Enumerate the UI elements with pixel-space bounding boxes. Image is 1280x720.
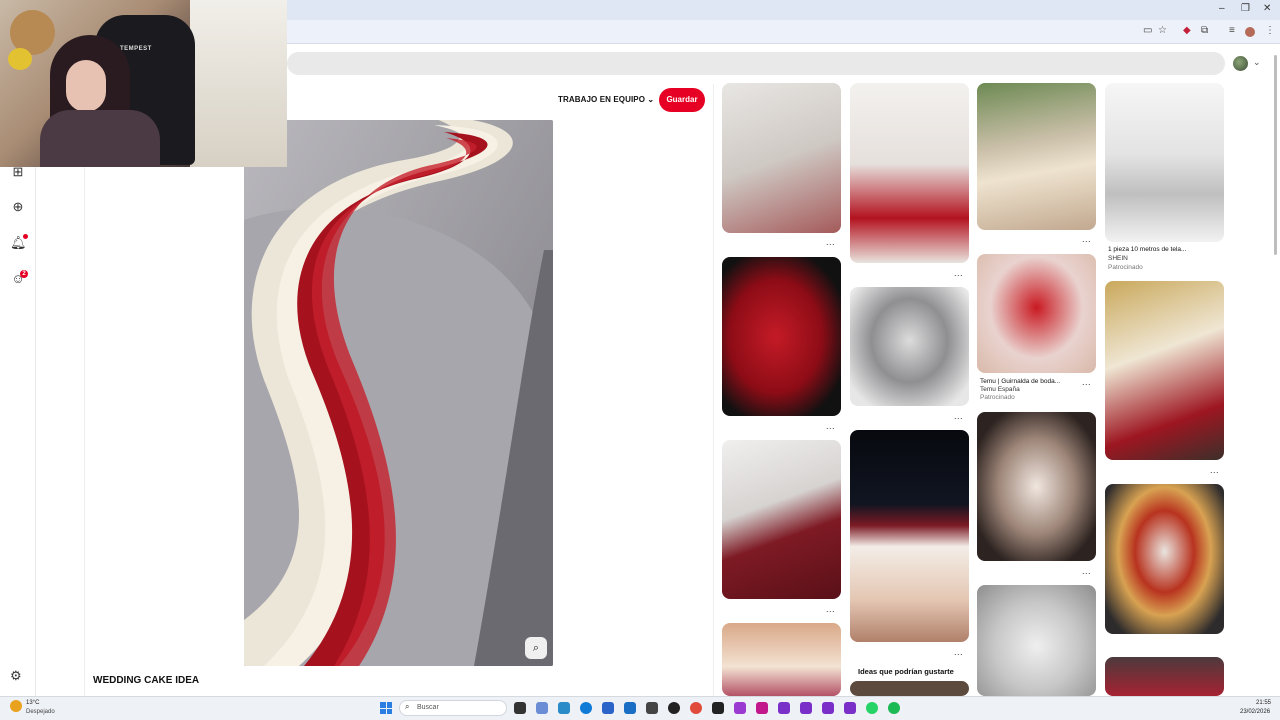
app-icon[interactable] — [844, 702, 856, 714]
minimize-button[interactable]: – — [1219, 3, 1225, 14]
pin-more-options[interactable]: ... — [826, 421, 835, 431]
streamer-face — [66, 60, 106, 112]
rubber-duck — [8, 48, 32, 70]
grid-pin-idea-preview[interactable] — [850, 681, 969, 696]
edge-icon[interactable] — [580, 702, 592, 714]
grid-pin-red-rose-cake[interactable] — [722, 257, 841, 416]
ad-brand[interactable]: Temu España — [980, 386, 1020, 393]
grid-pin-infinity-cake[interactable] — [977, 412, 1096, 561]
scrollbar-thumb[interactable] — [1274, 55, 1277, 255]
weather-description[interactable]: Despejado — [26, 709, 55, 715]
grid-pin-tiered-red-cake[interactable] — [850, 83, 969, 263]
outlook-icon[interactable] — [624, 702, 636, 714]
pin-more-options[interactable]: ... — [826, 604, 835, 614]
pin-main-image[interactable] — [244, 120, 553, 666]
chrome-icon[interactable] — [690, 702, 702, 714]
grid-pin-silver-cake[interactable] — [850, 287, 969, 406]
grid-pin-white-drapes[interactable] — [1105, 83, 1224, 242]
streamer-body — [40, 110, 160, 167]
pin-more-options[interactable]: ... — [1082, 234, 1091, 244]
pin-more-options[interactable]: ... — [826, 237, 835, 247]
clock-time[interactable]: 21:55 — [1256, 700, 1271, 706]
grid-pin-persian-rug-cake[interactable] — [722, 440, 841, 599]
app-icon[interactable] — [822, 702, 834, 714]
grid-pin-outdoor-cake[interactable] — [850, 430, 969, 642]
windows-start-icon[interactable] — [380, 702, 392, 714]
pin-title: WEDDING CAKE IDEA — [93, 675, 200, 686]
create-icon[interactable]: ⊕ — [10, 199, 26, 215]
app-icon[interactable] — [646, 702, 658, 714]
webcam-wall — [190, 0, 287, 167]
ad-title[interactable]: 1 pieza 10 metros de tela... — [1108, 246, 1223, 253]
extensions-icon[interactable]: ⧉ — [1201, 25, 1208, 36]
cast-icon[interactable]: ▭ — [1143, 25, 1152, 36]
pin-more-options[interactable]: ... — [954, 411, 963, 421]
profile-avatar[interactable] — [1245, 27, 1255, 37]
weather-icon[interactable] — [10, 700, 22, 712]
store-icon[interactable] — [602, 702, 614, 714]
weather-temperature[interactable]: 13°C — [26, 700, 39, 706]
grid-pin-staircase-cake[interactable] — [1105, 281, 1224, 460]
windows-taskbar — [0, 696, 1280, 720]
search-icon: ⌕ — [405, 702, 410, 711]
settings-icon[interactable]: ⚙ — [10, 668, 22, 684]
ad-title[interactable]: Temu | Guirnalda de boda... — [980, 378, 1095, 385]
pinterest-extension-icon[interactable]: ◆ — [1183, 25, 1191, 36]
webcam-overlay: TEMPEST — [0, 0, 287, 167]
clock-date[interactable]: 23/02/2026 — [1240, 709, 1270, 715]
taskbar-search-input[interactable] — [399, 700, 507, 716]
obs-icon[interactable] — [668, 702, 680, 714]
sponsored-label: Patrocinado — [1108, 264, 1143, 271]
task-view-icon[interactable] — [514, 702, 526, 714]
notification-dot — [23, 234, 28, 239]
bookmark-star-icon[interactable]: ☆ — [1158, 25, 1167, 36]
user-avatar[interactable] — [1233, 56, 1248, 71]
close-window-button[interactable]: ✕ — [1263, 3, 1271, 14]
chevron-down-icon[interactable]: ⌄ — [1253, 57, 1261, 68]
grid-pin-s-curve-cake[interactable] — [977, 83, 1096, 230]
app-icon[interactable] — [756, 702, 768, 714]
whatsapp-icon[interactable] — [866, 702, 878, 714]
grid-pin-berry-cake[interactable] — [1105, 657, 1224, 696]
board-selector[interactable]: TRABAJO EN EQUIPO ⌄ — [558, 95, 654, 104]
grid-pin-silver-heart-cake[interactable] — [977, 585, 1096, 696]
pin-more-options[interactable]: ... — [1082, 566, 1091, 576]
restore-button[interactable]: ❐ — [1241, 3, 1250, 14]
sidebar-icon[interactable]: ≡ — [1229, 25, 1235, 36]
ideas-section-heading: Ideas que podrían gustarte — [858, 667, 954, 676]
taskbar-search-placeholder: Buscar — [417, 704, 439, 711]
messages-badge: 2 — [20, 270, 28, 278]
file-explorer-icon[interactable] — [558, 702, 570, 714]
app-icon[interactable] — [778, 702, 790, 714]
grid-pin-cake-decorators[interactable] — [722, 83, 841, 233]
app-icon[interactable] — [712, 702, 724, 714]
grid-pin-floral-tower[interactable] — [722, 623, 841, 696]
pin-more-options[interactable]: ... — [1210, 465, 1219, 475]
save-button[interactable]: Guardar — [659, 88, 705, 112]
twitch-icon[interactable] — [734, 702, 746, 714]
sponsored-label: Patrocinado — [980, 394, 1015, 401]
browser-menu-icon[interactable]: ⋮ — [1265, 25, 1275, 36]
pin-more-options[interactable]: ... — [1082, 377, 1091, 387]
visual-search-lens-icon[interactable]: ⌕ — [525, 637, 547, 659]
grid-pin-heart-garland[interactable] — [977, 254, 1096, 373]
app-icon[interactable] — [800, 702, 812, 714]
copilot-icon[interactable] — [536, 702, 548, 714]
pin-more-options[interactable]: ... — [954, 647, 963, 657]
search-input[interactable] — [287, 52, 1225, 75]
spotify-icon[interactable] — [888, 702, 900, 714]
chair-brand-logo: TEMPEST — [120, 46, 152, 52]
pin-more-options[interactable]: ... — [954, 268, 963, 278]
ad-brand[interactable]: SHEIN — [1108, 255, 1128, 262]
grid-pin-dessert-tower[interactable] — [1105, 484, 1224, 634]
